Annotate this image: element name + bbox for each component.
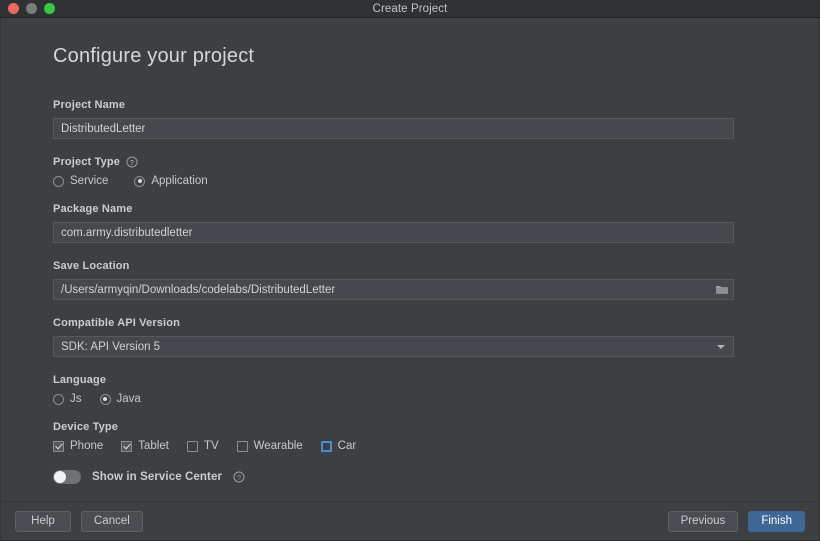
api-version-value: SDK: API Version 5: [61, 340, 161, 353]
project-name-input[interactable]: DistributedLetter: [53, 118, 734, 139]
dialog-content: Configure your project Project Name Dist…: [0, 18, 820, 501]
radio-label: Java: [116, 393, 141, 405]
page-title: Configure your project: [53, 45, 255, 67]
device-type-group: Device Type Phone Tablet TV Wearable Car: [53, 421, 767, 452]
project-name-field-group: Project Name DistributedLetter: [53, 99, 767, 139]
package-name-label: Package Name: [53, 203, 133, 215]
radio-indicator-selected: [99, 393, 111, 405]
close-window-button[interactable]: [8, 3, 19, 14]
window-title: Create Project: [372, 2, 448, 15]
chevron-down-icon: [717, 344, 725, 349]
checkbox-device-tv[interactable]: TV: [186, 440, 219, 452]
radio-label: Js: [70, 393, 82, 405]
toggle-knob: [54, 471, 66, 483]
previous-button[interactable]: Previous: [667, 510, 739, 532]
folder-icon[interactable]: [714, 282, 730, 297]
svg-text:?: ?: [130, 158, 135, 167]
package-name-value: com.army.distributedletter: [61, 226, 193, 239]
radio-project-type-service[interactable]: Service: [53, 175, 108, 187]
api-version-label: Compatible API Version: [53, 317, 180, 329]
language-label: Language: [53, 374, 107, 386]
checkbox-indicator: [53, 440, 64, 452]
radio-indicator: [53, 175, 64, 187]
device-type-label: Device Type: [53, 421, 119, 433]
checkbox-indicator-focused: [320, 440, 332, 452]
radio-indicator: [53, 393, 64, 405]
minimize-window-button[interactable]: [26, 3, 37, 14]
package-name-input[interactable]: com.army.distributedletter: [53, 222, 734, 243]
project-type-radio-row: Service Application: [53, 175, 767, 187]
dialog-footer: Help Cancel Previous Finish: [0, 501, 820, 541]
checkbox-indicator: [236, 440, 248, 452]
checkbox-device-wearable[interactable]: Wearable: [236, 440, 303, 452]
device-type-checkbox-row: Phone Tablet TV Wearable Car: [53, 440, 767, 452]
help-button[interactable]: Help: [15, 510, 71, 532]
checkbox-label: TV: [203, 440, 219, 452]
radio-label: Application: [151, 175, 208, 187]
service-center-label: Show in Service Center: [92, 471, 223, 483]
help-circle-icon[interactable]: ?: [126, 156, 138, 168]
checkbox-device-phone[interactable]: Phone: [53, 440, 103, 452]
project-type-label: Project Type ?: [53, 156, 767, 168]
project-name-value: DistributedLetter: [61, 122, 146, 135]
package-name-field-group: Package Name com.army.distributedletter: [53, 203, 767, 243]
radio-label: Service: [70, 175, 109, 187]
checkbox-label: Wearable: [253, 440, 303, 452]
save-location-value: /Users/armyqin/Downloads/codelabs/Distri…: [61, 283, 336, 296]
save-location-field-group: Save Location /Users/armyqin/Downloads/c…: [53, 260, 767, 300]
finish-button[interactable]: Finish: [748, 510, 805, 532]
checkbox-indicator: [186, 440, 198, 452]
help-circle-icon[interactable]: ?: [233, 471, 245, 483]
radio-language-java[interactable]: Java: [99, 393, 141, 405]
project-type-group: Project Type ? Service Application: [53, 156, 767, 187]
window-titlebar: Create Project: [0, 0, 820, 18]
service-center-toggle[interactable]: [53, 470, 81, 484]
checkbox-device-tablet[interactable]: Tablet: [121, 440, 169, 452]
save-location-label: Save Location: [53, 260, 130, 272]
service-center-row: Show in Service Center ?: [53, 470, 767, 484]
checkbox-label: Tablet: [138, 440, 169, 452]
checkbox-device-car[interactable]: Car: [320, 440, 357, 452]
language-radio-row: Js Java: [53, 393, 767, 405]
footer-left-buttons: Help Cancel: [15, 510, 143, 532]
radio-project-type-application[interactable]: Application: [134, 175, 208, 187]
window-controls: [0, 3, 55, 14]
project-name-label: Project Name: [53, 99, 126, 111]
radio-indicator-selected: [134, 175, 146, 187]
language-group: Language Js Java: [53, 374, 767, 405]
checkbox-label: Car: [337, 440, 357, 452]
project-type-label-text: Project Type: [53, 156, 121, 168]
api-version-select[interactable]: SDK: API Version 5: [53, 336, 734, 357]
radio-language-js[interactable]: Js: [53, 393, 82, 405]
footer-right-buttons: Previous Finish: [667, 510, 805, 532]
cancel-button[interactable]: Cancel: [81, 510, 143, 532]
maximize-window-button[interactable]: [44, 3, 55, 14]
save-location-input[interactable]: /Users/armyqin/Downloads/codelabs/Distri…: [53, 279, 734, 300]
checkbox-indicator: [121, 440, 133, 452]
svg-text:?: ?: [237, 473, 241, 482]
checkbox-label: Phone: [70, 440, 104, 452]
create-project-dialog: Create Project Configure your project Pr…: [0, 0, 820, 541]
api-version-field-group: Compatible API Version SDK: API Version …: [53, 317, 767, 357]
